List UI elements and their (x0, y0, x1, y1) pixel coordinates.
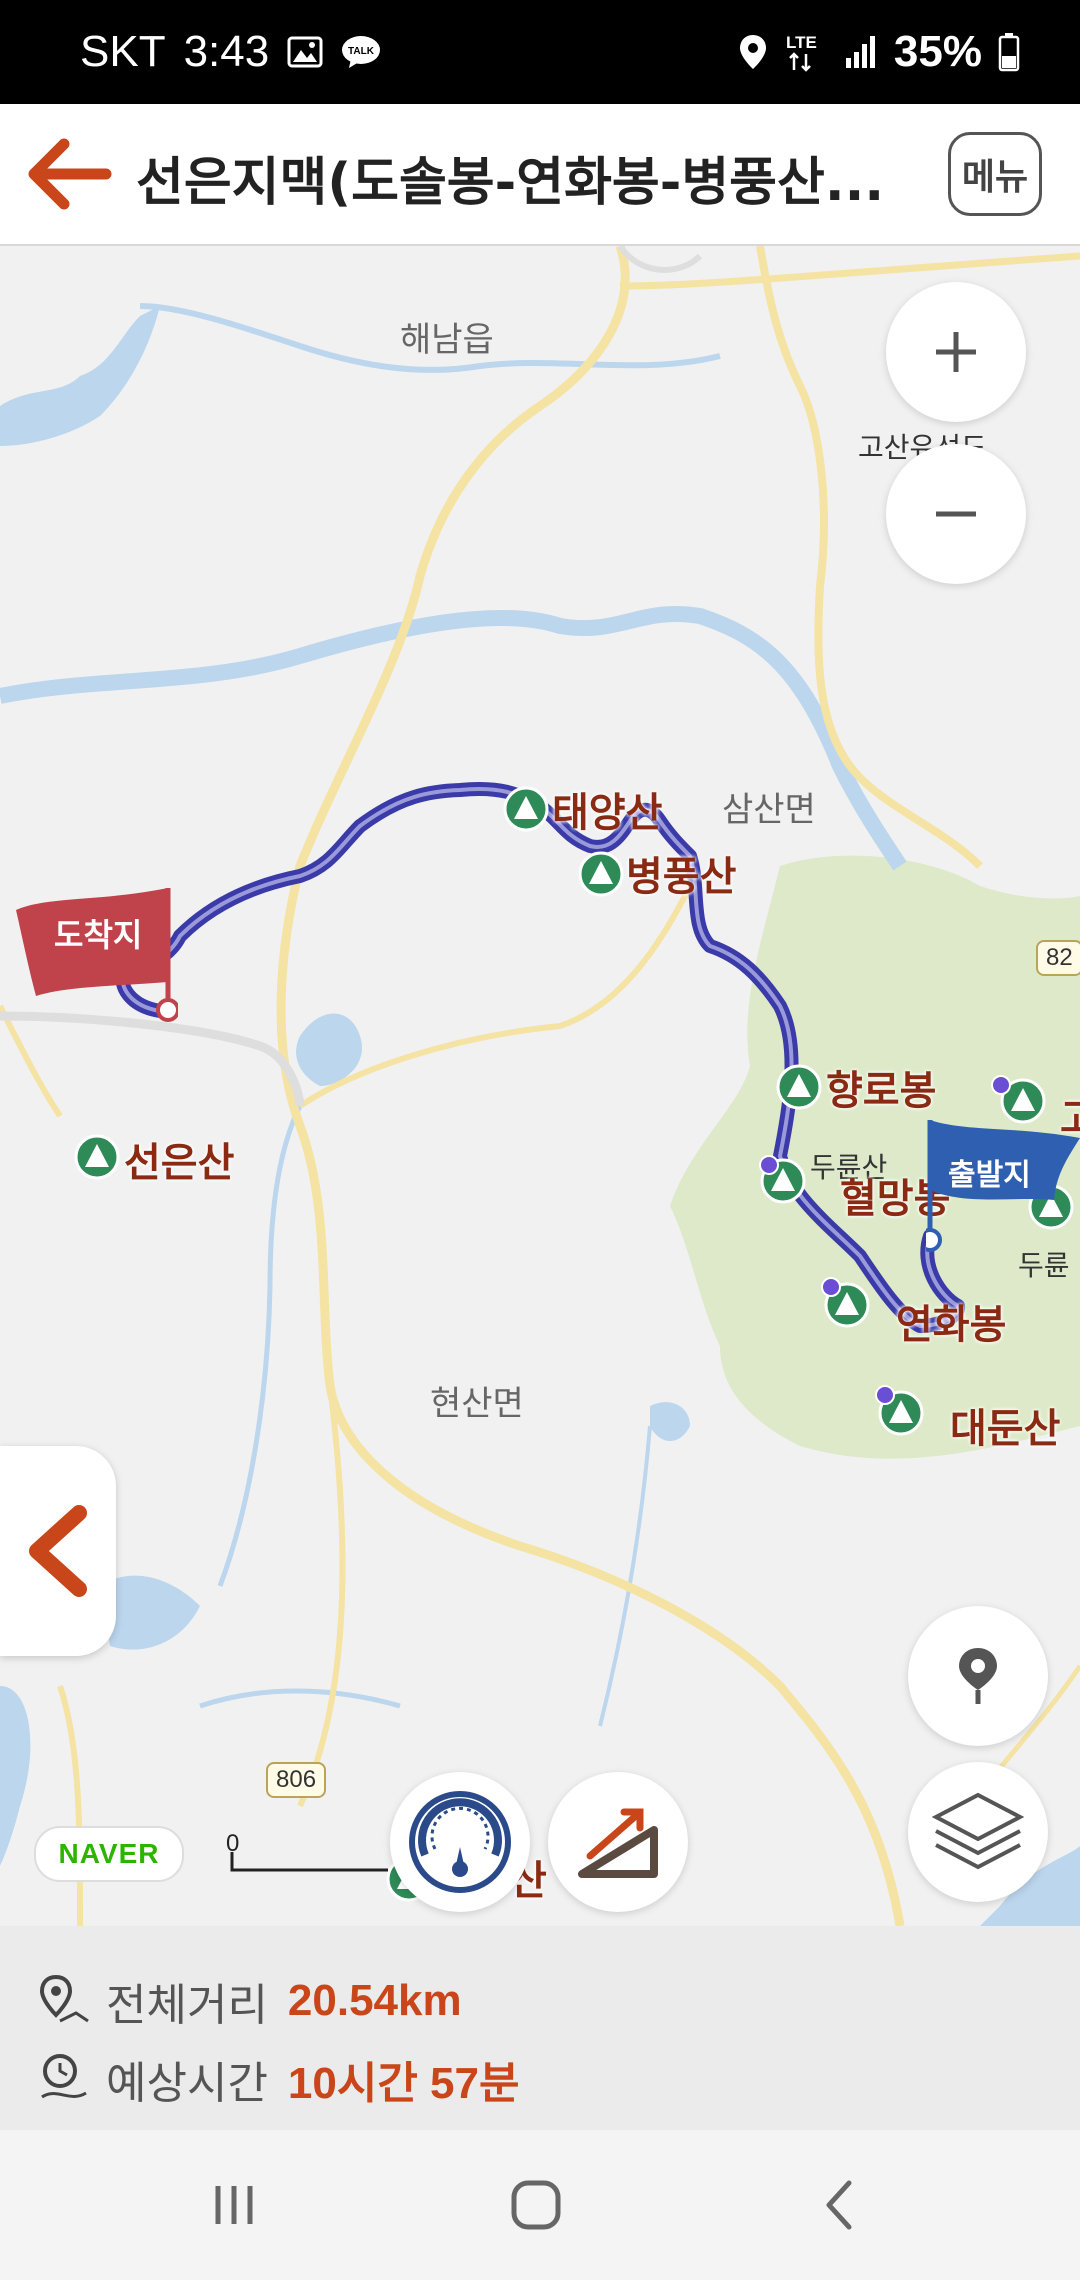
home-button[interactable] (476, 2165, 596, 2245)
peak-label-hyangrobong: 향로봉 (826, 1068, 937, 1114)
plus-icon (936, 332, 976, 372)
back-arrow-icon[interactable] (20, 132, 120, 216)
back-button[interactable] (780, 2165, 900, 2245)
naver-logo: NAVER (34, 1826, 184, 1882)
peak-marker-byeongpungsan[interactable] (578, 851, 624, 901)
peak-label-yeonhwabong: 연화봉 (896, 1302, 1007, 1348)
page-title: 선은지맥(도솔봉-연화봉-병풍산... (136, 153, 885, 213)
start-flag-label: 출발지 (948, 1158, 1031, 1193)
app-header: 선은지맥(도솔봉-연화봉-병풍산... 메뉴 (0, 104, 1080, 246)
home-icon (511, 2180, 561, 2230)
layers-button[interactable] (908, 1762, 1048, 1902)
zoom-out-button[interactable] (886, 444, 1026, 584)
speed-button[interactable] (390, 1772, 530, 1912)
speedometer-icon (409, 1791, 511, 1893)
status-bar: SKT 3:43 TALK LTE 35% (0, 0, 1080, 104)
peak-marker-hyangrobong[interactable] (776, 1064, 822, 1114)
my-location-button[interactable] (908, 1606, 1048, 1746)
talk-icon: TALK (341, 35, 381, 69)
time-icon (41, 2054, 87, 2099)
route-summary: 전체거리 20.54km 예상시간 10시간 57분 (0, 1926, 1080, 2130)
road-badge-806: 806 (266, 1762, 327, 1798)
zoom-in-button[interactable] (886, 282, 1026, 422)
peak-label-byeongpungsan: 병풍산 (626, 854, 737, 900)
distance-row: 전체거리 20.54km (36, 1966, 462, 2036)
system-nav-bar (0, 2130, 1080, 2280)
elevation-icon (578, 1808, 658, 1878)
place-label-samsan: 삼산면 (722, 790, 816, 830)
location-pin-icon (959, 1648, 997, 1704)
menu-button[interactable]: 메뉴 (948, 132, 1042, 216)
minus-icon (936, 511, 976, 517)
peak-label-daedunsan: 대둔산 (950, 1406, 1061, 1452)
map-view[interactable]: 해남읍 삼산면 현산면 고산유선도 두륜산 두륜 고 806 82 태양산 병풍… (0, 246, 1080, 1926)
waypoint-icon (820, 1276, 842, 1302)
scale-bar (230, 1852, 388, 1872)
time-value: 10시간 57분 (287, 2059, 520, 2108)
recent-apps-icon (215, 2186, 253, 2224)
time-label: 예상시간 (106, 2058, 268, 2109)
peak-label-taeyangsan: 태양산 (552, 790, 663, 836)
status-right: LTE 35% (738, 0, 1020, 104)
place-label-hyeonsan: 현산면 (430, 1384, 524, 1424)
side-panel-toggle[interactable] (0, 1446, 116, 1656)
end-flag-label: 도착지 (54, 916, 143, 954)
lte-icon: LTE (784, 30, 828, 74)
talk-icon-text: TALK (348, 46, 375, 57)
peak-marker-taeyangsan[interactable] (503, 786, 549, 836)
peak-marker-seoneunsan[interactable] (74, 1134, 120, 1184)
waypoint-icon (874, 1384, 896, 1410)
battery-percent: 35% (893, 27, 982, 76)
waypoint-icon (990, 1074, 1012, 1100)
recent-apps-button[interactable] (174, 2165, 294, 2245)
signal-icon (844, 34, 878, 70)
status-left: SKT 3:43 TALK (80, 0, 381, 104)
distance-value: 20.54km (287, 1976, 462, 2025)
image-icon (287, 36, 323, 68)
peak-label-seoneunsan: 선은산 (124, 1140, 235, 1186)
waypoint-icon (758, 1154, 780, 1180)
lte-text: LTE (786, 33, 817, 52)
end-flag-icon[interactable] (8, 886, 180, 1030)
battery-icon (998, 32, 1020, 72)
elevation-button[interactable] (548, 1772, 688, 1912)
start-flag-icon[interactable] (918, 1116, 1080, 1280)
distance-icon (39, 1974, 89, 2023)
place-label-haenam: 해남읍 (400, 320, 494, 360)
back-icon (826, 2180, 852, 2230)
chevron-left-icon (29, 1505, 87, 1597)
road-badge-82: 82 (1036, 940, 1080, 976)
carrier: SKT (80, 27, 166, 76)
location-icon (738, 33, 768, 71)
time-row: 예상시간 10시간 57분 (36, 2044, 519, 2114)
clock: 3:43 (183, 27, 270, 76)
layers-icon (931, 1792, 1025, 1870)
distance-label: 전체거리 (106, 1980, 268, 2031)
